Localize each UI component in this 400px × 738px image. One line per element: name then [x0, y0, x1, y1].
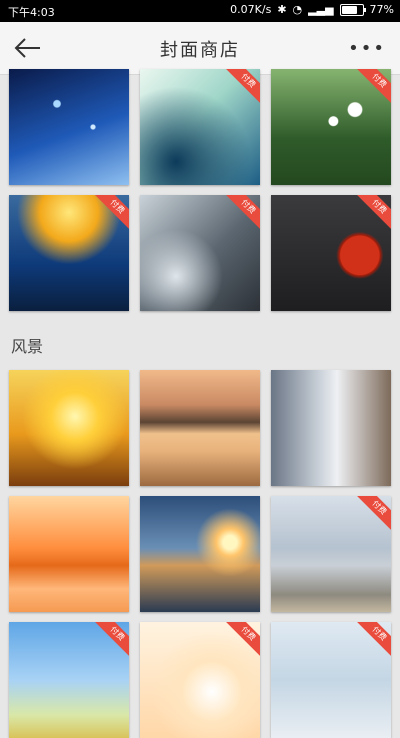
cover-thumbnail[interactable]: 付费: [140, 622, 260, 738]
status-time: 下午4:03: [8, 6, 55, 19]
paid-badge: 付费: [223, 69, 260, 106]
section-title-scenery: 风景: [11, 337, 44, 356]
bluetooth-icon: ✱: [277, 3, 287, 16]
cover-thumbnail[interactable]: [9, 69, 129, 185]
paid-badge: 付费: [92, 622, 129, 659]
cover-thumbnail[interactable]: 付费: [271, 496, 391, 612]
page-title: 封面商店: [160, 40, 240, 61]
app-header: 封面商店 •••: [0, 22, 400, 75]
battery-fill: [341, 5, 357, 14]
battery-percent: 77%: [369, 3, 394, 16]
more-options-icon[interactable]: •••: [348, 38, 386, 59]
status-right: 0.07K/s ✱ ◔ ▂▃▅ 77%: [230, 3, 394, 16]
signal-icon: ▂▃▅: [308, 3, 334, 16]
network-speed: 0.07K/s: [230, 3, 272, 16]
paid-badge: 付费: [92, 195, 129, 232]
cover-thumbnail[interactable]: 付费: [140, 69, 260, 185]
cover-thumbnail[interactable]: 付费: [140, 195, 260, 311]
cover-thumbnail[interactable]: 付费: [9, 195, 129, 311]
cover-grid-scenery: 付费 付费 付费 付费: [9, 370, 391, 738]
paid-badge: 付费: [354, 69, 391, 106]
cover-thumbnail[interactable]: 付费: [271, 195, 391, 311]
paid-badge: 付费: [223, 195, 260, 232]
cover-thumbnail[interactable]: [140, 496, 260, 612]
cover-thumbnail[interactable]: 付费: [271, 69, 391, 185]
paid-badge: 付费: [354, 496, 391, 533]
paid-badge: 付费: [354, 622, 391, 659]
paid-badge: 付费: [354, 195, 391, 232]
status-bar: 下午4:03 0.07K/s ✱ ◔ ▂▃▅ 77%: [0, 0, 400, 22]
cover-thumbnail[interactable]: [140, 370, 260, 486]
paid-badge: 付费: [223, 622, 260, 659]
wifi-icon: ◔: [292, 3, 303, 16]
cover-grid-top: 付费 付费 付费 付费 付费: [9, 69, 391, 311]
battery-icon: [339, 3, 366, 16]
cover-thumbnail[interactable]: 付费: [271, 622, 391, 738]
cover-thumbnail[interactable]: [9, 370, 129, 486]
cover-thumbnail[interactable]: 付费: [9, 622, 129, 738]
cover-thumbnail[interactable]: [9, 496, 129, 612]
cover-thumbnail[interactable]: [271, 370, 391, 486]
